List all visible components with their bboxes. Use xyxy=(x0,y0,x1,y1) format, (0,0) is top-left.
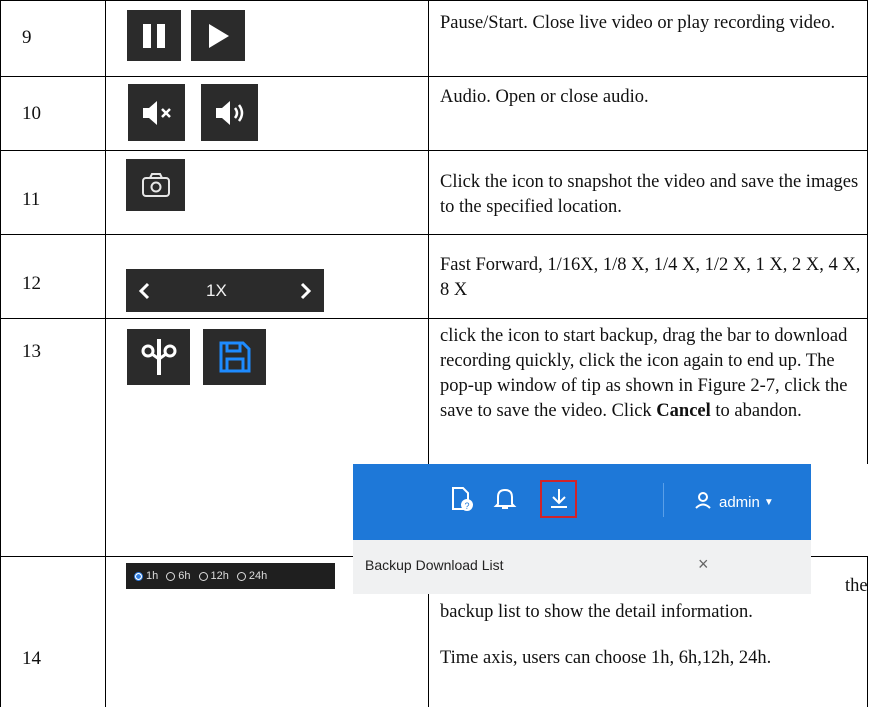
user-icon xyxy=(693,490,713,514)
col-divider xyxy=(428,0,429,464)
speed-control: 1X xyxy=(126,269,324,312)
time-range-options: 1h 6h 12h 24h xyxy=(126,563,335,589)
row-number: 14 xyxy=(22,648,41,669)
row-divider xyxy=(0,150,868,151)
cancel-keyword: Cancel xyxy=(656,401,711,421)
description-text: backup list to show the detail informati… xyxy=(440,602,753,622)
radio-dot xyxy=(236,571,246,581)
row-description: Click the icon to snapshot the video and… xyxy=(440,172,859,217)
row-description: click the icon to start backup, drag the… xyxy=(440,324,865,424)
scissors-icon xyxy=(127,329,190,385)
caret-down-icon: ▼ xyxy=(763,496,774,508)
download-icon[interactable] xyxy=(548,486,570,517)
row-description: Audio. Open or close audio. xyxy=(440,87,649,107)
save-icon xyxy=(203,329,266,385)
row-number: 12 xyxy=(22,273,41,294)
radio-dot xyxy=(198,571,208,581)
backup-list-label: Backup Download List xyxy=(365,557,504,573)
row-divider xyxy=(0,76,868,77)
description-text: to abandon. xyxy=(710,401,802,421)
chevron-right-icon xyxy=(300,269,312,312)
radio-label: 12h xyxy=(210,570,229,582)
radio-1h[interactable]: 1h xyxy=(134,570,158,582)
backup-list-panel: Backup Download List × xyxy=(353,540,811,594)
radio-dot xyxy=(134,571,143,581)
row-number: 11 xyxy=(22,189,41,210)
username: admin xyxy=(719,493,760,511)
row-description: Fast Forward, 1/16X, 1/8 X, 1/4 X, 1/2 X… xyxy=(440,255,861,300)
file-help-icon: ? xyxy=(450,486,474,517)
play-icon xyxy=(191,10,245,61)
row-description: Pause/Start. Close live video or play re… xyxy=(440,13,836,33)
top-bar: ? admin ▼ xyxy=(353,464,811,540)
row-description: Time axis, users can choose 1h, 6h,12h, … xyxy=(440,648,772,668)
pause-icon xyxy=(127,10,181,61)
col-divider xyxy=(105,0,106,707)
col-divider xyxy=(0,0,1,707)
row-number: 13 xyxy=(22,341,41,362)
speed-label: 1X xyxy=(206,280,227,300)
row-number: 10 xyxy=(22,103,41,124)
icon-reference-table: 9 Pause/Start. Close live video or play … xyxy=(0,0,875,707)
chevron-left-icon xyxy=(138,269,150,312)
camera-icon xyxy=(126,159,185,211)
row-divider xyxy=(0,234,868,235)
svg-text:?: ? xyxy=(464,501,469,511)
bell-icon xyxy=(493,486,517,517)
row-divider xyxy=(0,0,868,1)
user-menu[interactable]: admin ▼ xyxy=(693,490,774,514)
row-number: 9 xyxy=(22,27,32,48)
radio-label: 1h xyxy=(146,570,159,582)
radio-6h[interactable]: 6h xyxy=(166,570,191,582)
col-divider xyxy=(867,0,868,464)
volume-icon xyxy=(201,84,258,141)
radio-dot xyxy=(166,571,176,581)
backup-screenshot: ? admin ▼ Backup Download List × xyxy=(353,464,811,594)
radio-label: 24h xyxy=(248,570,268,582)
mute-icon xyxy=(128,84,185,141)
radio-label: 6h xyxy=(178,570,191,582)
radio-24h[interactable]: 24h xyxy=(236,570,268,582)
description-text: the xyxy=(845,576,868,596)
radio-12h[interactable]: 12h xyxy=(198,570,229,582)
row-divider xyxy=(0,318,868,319)
divider xyxy=(663,483,664,517)
close-icon[interactable]: × xyxy=(698,554,709,575)
